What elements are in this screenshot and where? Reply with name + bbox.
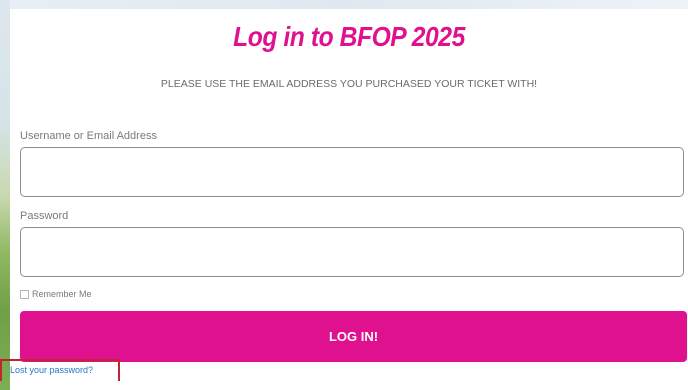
username-input[interactable]: [20, 147, 684, 197]
password-input[interactable]: [20, 227, 684, 277]
password-label: Password: [20, 210, 69, 222]
background-sky: [0, 0, 688, 9]
remember-me-label: Remember Me: [32, 289, 92, 299]
background-scenery: [0, 0, 10, 390]
login-card: Log in to BFOP 2025 PLEASE USE THE EMAIL…: [10, 9, 688, 390]
remember-me-checkbox[interactable]: [20, 289, 29, 299]
page-subtitle: PLEASE USE THE EMAIL ADDRESS YOU PURCHAS…: [160, 78, 538, 90]
remember-me[interactable]: Remember Me: [20, 289, 92, 299]
page-title: Log in to BFOP 2025: [233, 21, 465, 52]
login-button[interactable]: LOG IN!: [20, 311, 687, 362]
username-label: Username or Email Address: [20, 130, 157, 142]
lost-password-link[interactable]: Lost your password?: [10, 365, 93, 375]
